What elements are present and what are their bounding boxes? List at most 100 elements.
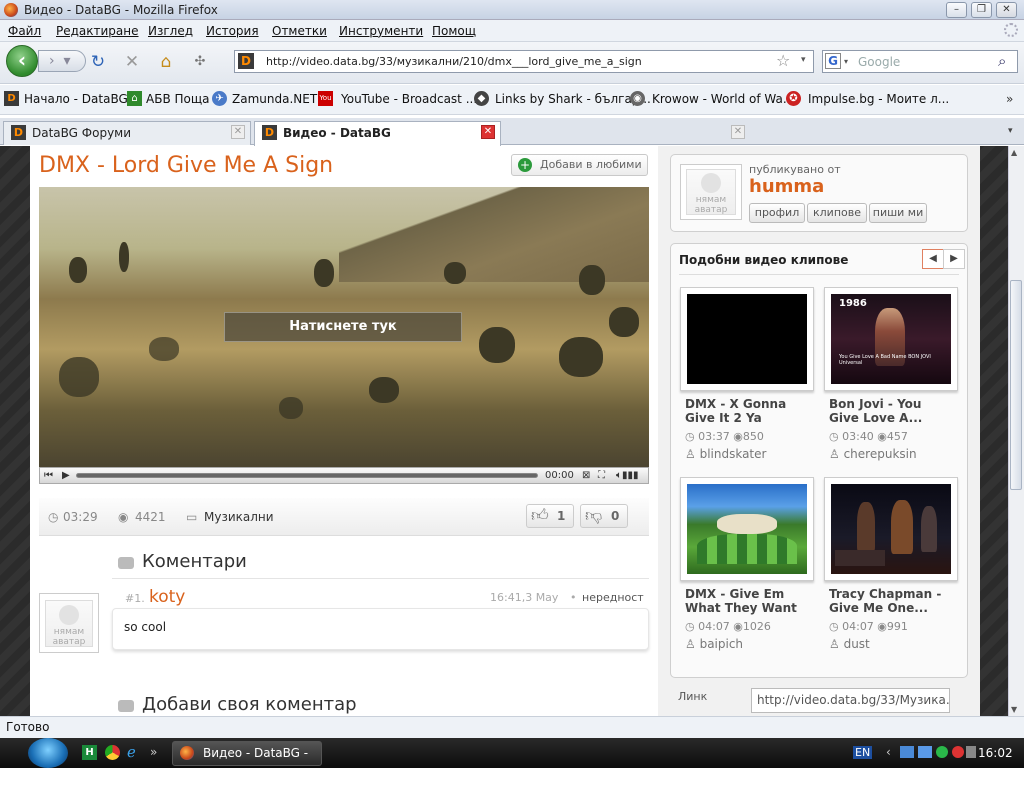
bookmark-star-icon[interactable]: ☆	[776, 51, 790, 70]
tray-app-icon[interactable]	[952, 746, 964, 758]
message-button[interactable]: пиши ми	[869, 203, 927, 223]
minimize-button[interactable]: –	[946, 2, 967, 18]
messenger-icon[interactable]	[936, 746, 948, 758]
scrollbar-thumb[interactable]	[1010, 280, 1022, 490]
search-placeholder[interactable]: Google	[858, 55, 900, 69]
menu-file[interactable]: Файл	[8, 24, 41, 38]
similar-video-title[interactable]: DMX - Give Em What They Want	[685, 587, 815, 615]
forward-button[interactable]: › ▾	[38, 50, 86, 72]
next-arrow-button[interactable]: ▶	[943, 249, 965, 269]
similar-video-user[interactable]: ♙ blindskater	[685, 447, 766, 461]
scroll-down-icon[interactable]: ▼	[1011, 705, 1017, 714]
close-window-button[interactable]: ✕	[996, 2, 1017, 18]
databg-favicon: D	[4, 91, 19, 106]
volume-icon[interactable]: 🔈︎▮▮▮	[616, 468, 639, 483]
search-magnifier-icon[interactable]: ⌕	[998, 52, 1006, 70]
network-icon[interactable]	[900, 746, 914, 758]
tray-expand-icon[interactable]: ‹	[886, 745, 891, 759]
click-here-overlay-button[interactable]: Натиснете тук	[224, 312, 462, 342]
start-button[interactable]	[28, 738, 68, 768]
status-text: Готово	[6, 720, 50, 734]
quicklaunch-more-icon[interactable]: »	[150, 745, 157, 759]
video-title: DMX - Lord Give Me A Sign	[39, 153, 334, 178]
similar-video-user[interactable]: ♙ cherepuksin	[829, 447, 917, 461]
url-dropdown-icon[interactable]: ▾	[801, 55, 806, 65]
tab-databg-forums[interactable]: DataBG Форуми	[3, 121, 251, 145]
menu-tools[interactable]: Инструменти	[339, 24, 423, 38]
bookmark-databg[interactable]: Начало - DataBG	[24, 92, 128, 106]
similar-video-title[interactable]: Bon Jovi - You Give Love A...	[829, 397, 959, 425]
clips-button[interactable]: клипове	[807, 203, 867, 223]
publisher-name[interactable]: humma	[749, 176, 824, 197]
similar-video-thumbnail[interactable]	[680, 477, 814, 581]
stop-icon[interactable]: ✕	[122, 52, 142, 72]
similar-video-thumbnail[interactable]	[824, 477, 958, 581]
bookmark-krowow[interactable]: Krowow - World of Wa...	[652, 92, 794, 106]
google-engine-icon[interactable]: G	[825, 53, 841, 69]
tab-close-icon[interactable]: ✕	[231, 125, 245, 139]
network-icon[interactable]	[918, 746, 932, 758]
chrome-icon[interactable]	[105, 745, 120, 760]
tab-label: Видео - DataBG	[283, 126, 391, 140]
similar-video-user[interactable]: ♙ baipich	[685, 637, 743, 651]
tab-video-databg[interactable]: Видео - DataBG	[254, 121, 501, 146]
engine-dropdown-icon[interactable]: ▾	[844, 57, 848, 66]
ie-icon[interactable]: ℯ	[127, 743, 136, 761]
bookmark-shark[interactable]: Links by Shark - българ...	[495, 92, 651, 106]
krowow-favicon: ◉	[630, 91, 645, 106]
video-category[interactable]: Музикални	[204, 510, 274, 524]
addon-icon[interactable]: ✣	[190, 52, 210, 72]
system-clock: 16:02	[978, 746, 1013, 760]
link-field[interactable]: http://video.data.bg/33/Музика...	[751, 688, 950, 713]
prev-arrow-button[interactable]: ◀	[922, 249, 944, 269]
similar-video-thumbnail[interactable]: 1986 You Give Love A Bad Name BON JOVI U…	[824, 287, 958, 391]
play-icon[interactable]: ▶	[62, 468, 70, 483]
url-text[interactable]: http://video.data.bg/33/музикални/210/dm…	[266, 55, 642, 68]
scroll-up-icon[interactable]: ▲	[1011, 148, 1017, 157]
similar-video-meta: ◷ 04:07 ◉991	[829, 620, 908, 633]
fullscreen-icon[interactable]: ⛶	[598, 468, 605, 483]
menu-history[interactable]: История	[206, 24, 259, 38]
reload-icon[interactable]: ↻	[88, 52, 108, 72]
menu-edit[interactable]: Редактиране	[56, 24, 139, 38]
similar-video-title[interactable]: Tracy Chapman - Give Me One...	[829, 587, 959, 615]
youtube-favicon: You	[318, 91, 333, 106]
profile-button[interactable]: профил	[749, 203, 805, 223]
avatar-text-line2: аватар	[52, 637, 86, 647]
bookmark-impulse[interactable]: Impulse.bg - Моите л...	[808, 92, 949, 106]
tab-label: DataBG Форуми	[32, 126, 132, 140]
menu-bookmarks[interactable]: Отметки	[272, 24, 327, 38]
bookmarks-overflow-icon[interactable]: »	[1006, 92, 1013, 106]
bookmark-abv[interactable]: АБВ Поща	[146, 92, 210, 106]
similar-video-thumbnail[interactable]	[680, 287, 814, 391]
search-box[interactable]	[822, 50, 1018, 73]
comment-author[interactable]: koty	[149, 587, 185, 607]
skip-back-icon[interactable]: ⏮	[44, 468, 53, 483]
taskbar-firefox-item[interactable]: Видео - DataBG - ...	[172, 741, 322, 783]
home-icon[interactable]: ⌂	[156, 52, 176, 72]
tab-close-icon[interactable]: ✕	[481, 125, 495, 139]
tab-close-icon[interactable]: ✕	[731, 125, 745, 139]
add-comment-heading: Добави своя коментар	[142, 694, 357, 715]
tab-favicon: D	[11, 125, 26, 140]
seek-bar[interactable]	[76, 473, 538, 478]
menu-help[interactable]: Помощ	[432, 24, 476, 38]
impulse-favicon: ✪	[786, 91, 801, 106]
abv-favicon: ⌂	[127, 91, 142, 106]
similar-video-title[interactable]: DMX - X Gonna Give It 2 Ya	[685, 397, 815, 425]
tab-list-icon[interactable]: ▾	[1008, 126, 1013, 136]
quicklaunch-app-icon[interactable]: H	[82, 745, 97, 760]
video-duration: 03:29	[63, 510, 98, 524]
restore-button[interactable]: ❐	[971, 2, 992, 18]
divider	[679, 274, 959, 275]
close-player-icon[interactable]: ⊠	[582, 468, 590, 483]
bookmark-youtube[interactable]: YouTube - Broadcast ...	[341, 92, 477, 106]
menu-view[interactable]: Изглед	[148, 24, 193, 38]
report-link[interactable]: нередност	[582, 591, 644, 604]
volume-tray-icon[interactable]	[966, 746, 976, 758]
thumbs-up-icon: 👍︎	[531, 506, 549, 526]
bookmark-zamunda[interactable]: Zamunda.NET	[232, 92, 317, 106]
similar-video-user[interactable]: ♙ dust	[829, 637, 870, 651]
language-indicator[interactable]: EN	[853, 746, 873, 759]
back-button[interactable]: ‹	[6, 45, 38, 77]
